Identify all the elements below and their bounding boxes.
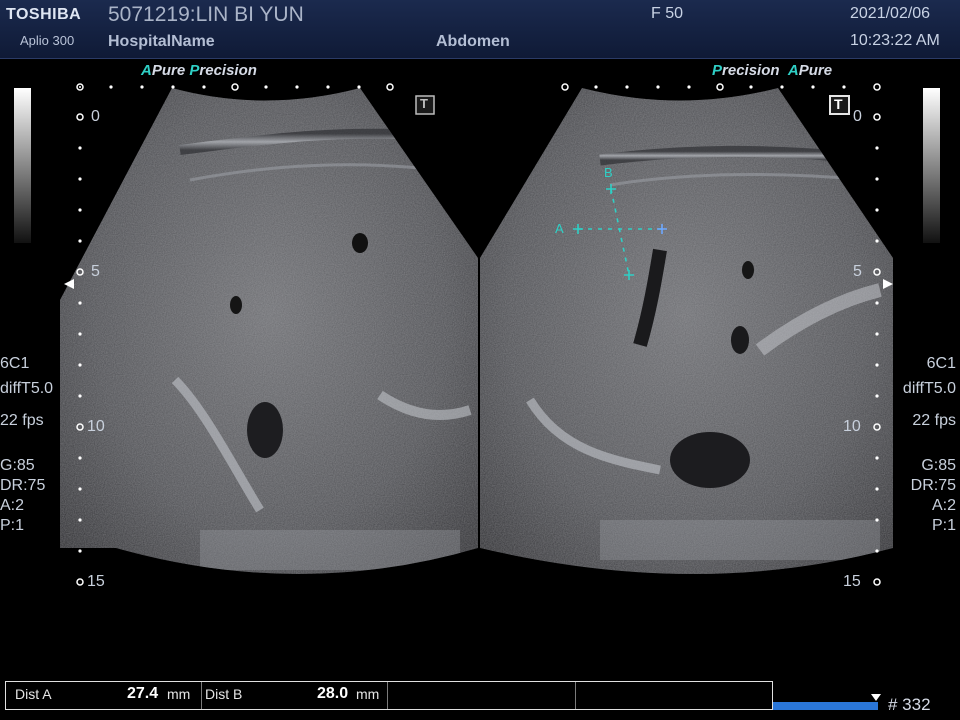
right-filter: diffT5.0 xyxy=(902,380,956,397)
dist-a-value: 27.4 xyxy=(127,685,159,702)
right-logo: Precision APure xyxy=(712,62,832,79)
left-a-param: A:2 xyxy=(0,497,25,514)
ultrasound-images xyxy=(14,83,940,586)
left-sector-image xyxy=(60,88,478,574)
caliper-b-label: B xyxy=(604,165,613,180)
right-logo-a: A xyxy=(787,62,799,79)
dist-b-unit: mm xyxy=(356,686,380,702)
right-logo-precision: recision xyxy=(722,62,780,79)
left-probe: 6C1 xyxy=(0,355,30,372)
right-logo-pure: Pure xyxy=(798,62,833,79)
patient-id: 5071219:LIN BI YUN xyxy=(108,3,304,26)
right-fps: 22 fps xyxy=(912,412,956,429)
dist-b-label: Dist B xyxy=(205,686,243,702)
left-fps: 22 fps xyxy=(0,412,44,429)
frame-rate: F 50 xyxy=(651,5,684,22)
right-probe: 6C1 xyxy=(926,355,956,372)
exam-time: 10:23:22 AM xyxy=(850,32,940,49)
right-dynamic-range: DR:75 xyxy=(910,477,956,494)
right-depth-0: 0 xyxy=(853,108,862,125)
dist-a-label: Dist A xyxy=(15,686,52,702)
right-a-param: A:2 xyxy=(931,497,956,514)
right-logo-p: P xyxy=(712,62,723,79)
right-gain: G:85 xyxy=(921,457,956,474)
caliper-a-label: A xyxy=(555,221,564,236)
left-depth-15: 15 xyxy=(87,573,105,590)
dist-a-cell: Dist A 27.4 mm xyxy=(6,682,202,709)
left-depth-5: 5 xyxy=(91,263,100,280)
left-gain: G:85 xyxy=(0,457,35,474)
right-greyscale-bar xyxy=(923,88,940,243)
exam-date: 2021/02/06 xyxy=(850,5,931,22)
hospital-name: HospitalName xyxy=(108,33,215,50)
dist-b-cell: Dist B 28.0 mm xyxy=(201,682,388,709)
model-name: Aplio 300 xyxy=(20,33,75,48)
exam-preset: Abdomen xyxy=(436,33,510,50)
right-p-param: P:1 xyxy=(931,517,956,534)
left-logo: APure Precision xyxy=(141,62,257,79)
left-dynamic-range: DR:75 xyxy=(0,477,46,494)
left-filter: diffT5.0 xyxy=(0,380,54,397)
left-logo-precision: recision xyxy=(199,62,257,79)
cine-frame-number: # 332 xyxy=(888,695,931,714)
dist-a-unit: mm xyxy=(167,686,191,702)
cine-progress-bar[interactable] xyxy=(773,702,878,710)
left-p-param: P:1 xyxy=(0,517,25,534)
lateral-scale xyxy=(79,83,846,91)
dist-b-value: 28.0 xyxy=(317,685,349,702)
left-logo-p: P xyxy=(189,62,200,79)
right-mode-icon-label: T xyxy=(834,96,843,112)
left-mode-icon-label: T xyxy=(420,96,428,111)
measurement-bar: Dist A 27.4 mm Dist B 28.0 mm xyxy=(5,681,773,710)
header-bar: TOSHIBA Aplio 300 5071219:LIN BI YUN Hos… xyxy=(0,0,960,59)
cine-position-marker[interactable] xyxy=(871,694,881,701)
right-sector-image xyxy=(480,88,893,574)
brand-logo: TOSHIBA xyxy=(6,6,82,23)
left-logo-a: A xyxy=(141,62,152,79)
left-greyscale-bar xyxy=(14,88,31,243)
right-depth-10: 10 xyxy=(843,418,861,435)
empty-cell-1 xyxy=(387,682,576,709)
ultrasound-display: APure Precision Precision APure T T 0 5 … xyxy=(0,60,960,680)
left-logo-pure: Pure xyxy=(151,62,186,79)
left-depth-0: 0 xyxy=(91,108,100,125)
right-depth-15: 15 xyxy=(843,573,861,590)
left-depth-10: 10 xyxy=(87,418,105,435)
right-depth-5: 5 xyxy=(853,263,862,280)
